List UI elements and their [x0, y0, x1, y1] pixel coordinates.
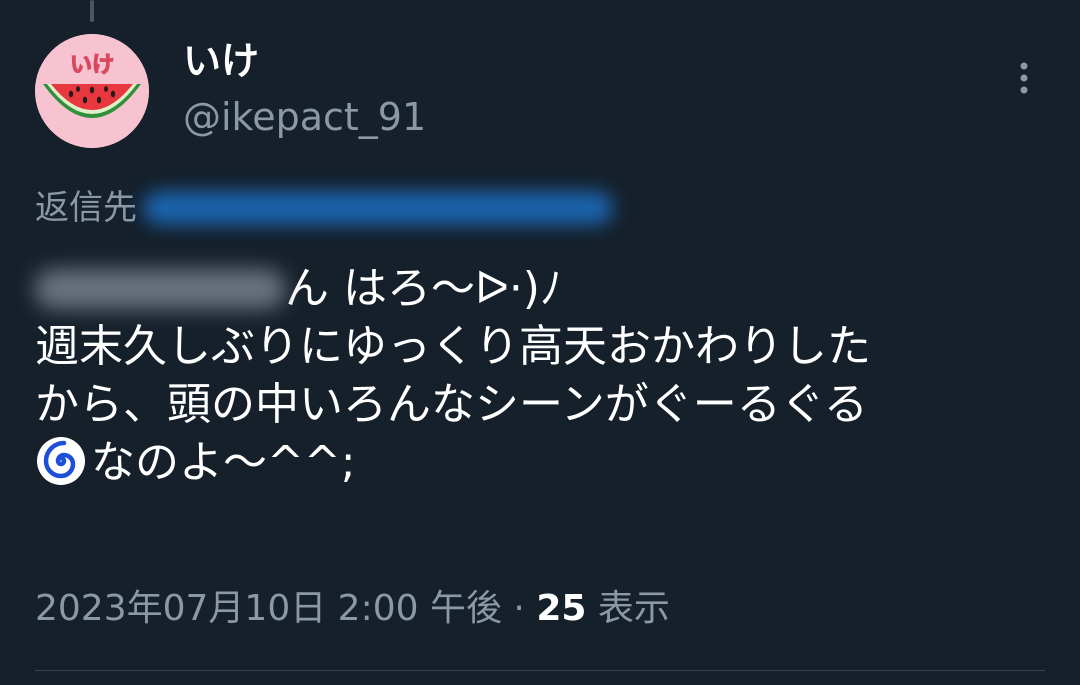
- author-display-name[interactable]: いけ: [183, 38, 259, 84]
- tweet-line-1: ん はろ〜ᐅ·)ﾉ: [35, 260, 1055, 318]
- spiral-emoji-icon: [35, 435, 87, 487]
- author-handle[interactable]: @ikepact_91: [183, 94, 426, 140]
- tweet-timestamp[interactable]: 2023年07月10日 2:00 午後: [35, 588, 502, 629]
- more-vertical-icon: [1020, 62, 1028, 94]
- meta-separator: ·: [513, 588, 525, 629]
- reply-to-label: 返信先: [35, 188, 137, 228]
- tweet-line-1-text: ん はろ〜ᐅ·)ﾉ: [285, 263, 562, 314]
- views-count[interactable]: 25: [536, 588, 586, 629]
- tweet-line-4: なのよ〜^^;: [35, 434, 1055, 492]
- thread-connector-line: [90, 0, 94, 22]
- avatar[interactable]: いけ: [35, 34, 149, 148]
- more-options-button[interactable]: [1002, 56, 1046, 100]
- reply-to-mention-redacted[interactable]: [143, 191, 613, 225]
- tweet-line-4-text: なのよ〜^^;: [91, 437, 356, 488]
- redacted-name: [35, 269, 285, 309]
- views-label: 表示: [597, 588, 670, 629]
- reply-to-row: 返信先: [35, 183, 613, 233]
- tweet-line-3: から、頭の中いろんなシーンがぐーるぐる: [35, 379, 868, 430]
- avatar-text: いけ: [70, 53, 114, 78]
- tweet-line-2: 週末久しぶりにゆっくり高天おかわりした: [35, 321, 871, 372]
- tweet-body: ん はろ〜ᐅ·)ﾉ 週末久しぶりにゆっくり高天おかわりした から、頭の中いろんな…: [35, 260, 1055, 492]
- divider: [35, 670, 1045, 671]
- tweet-meta: 2023年07月10日 2:00 午後 · 25 表示: [35, 585, 670, 633]
- watermelon-icon: いけ: [35, 34, 149, 148]
